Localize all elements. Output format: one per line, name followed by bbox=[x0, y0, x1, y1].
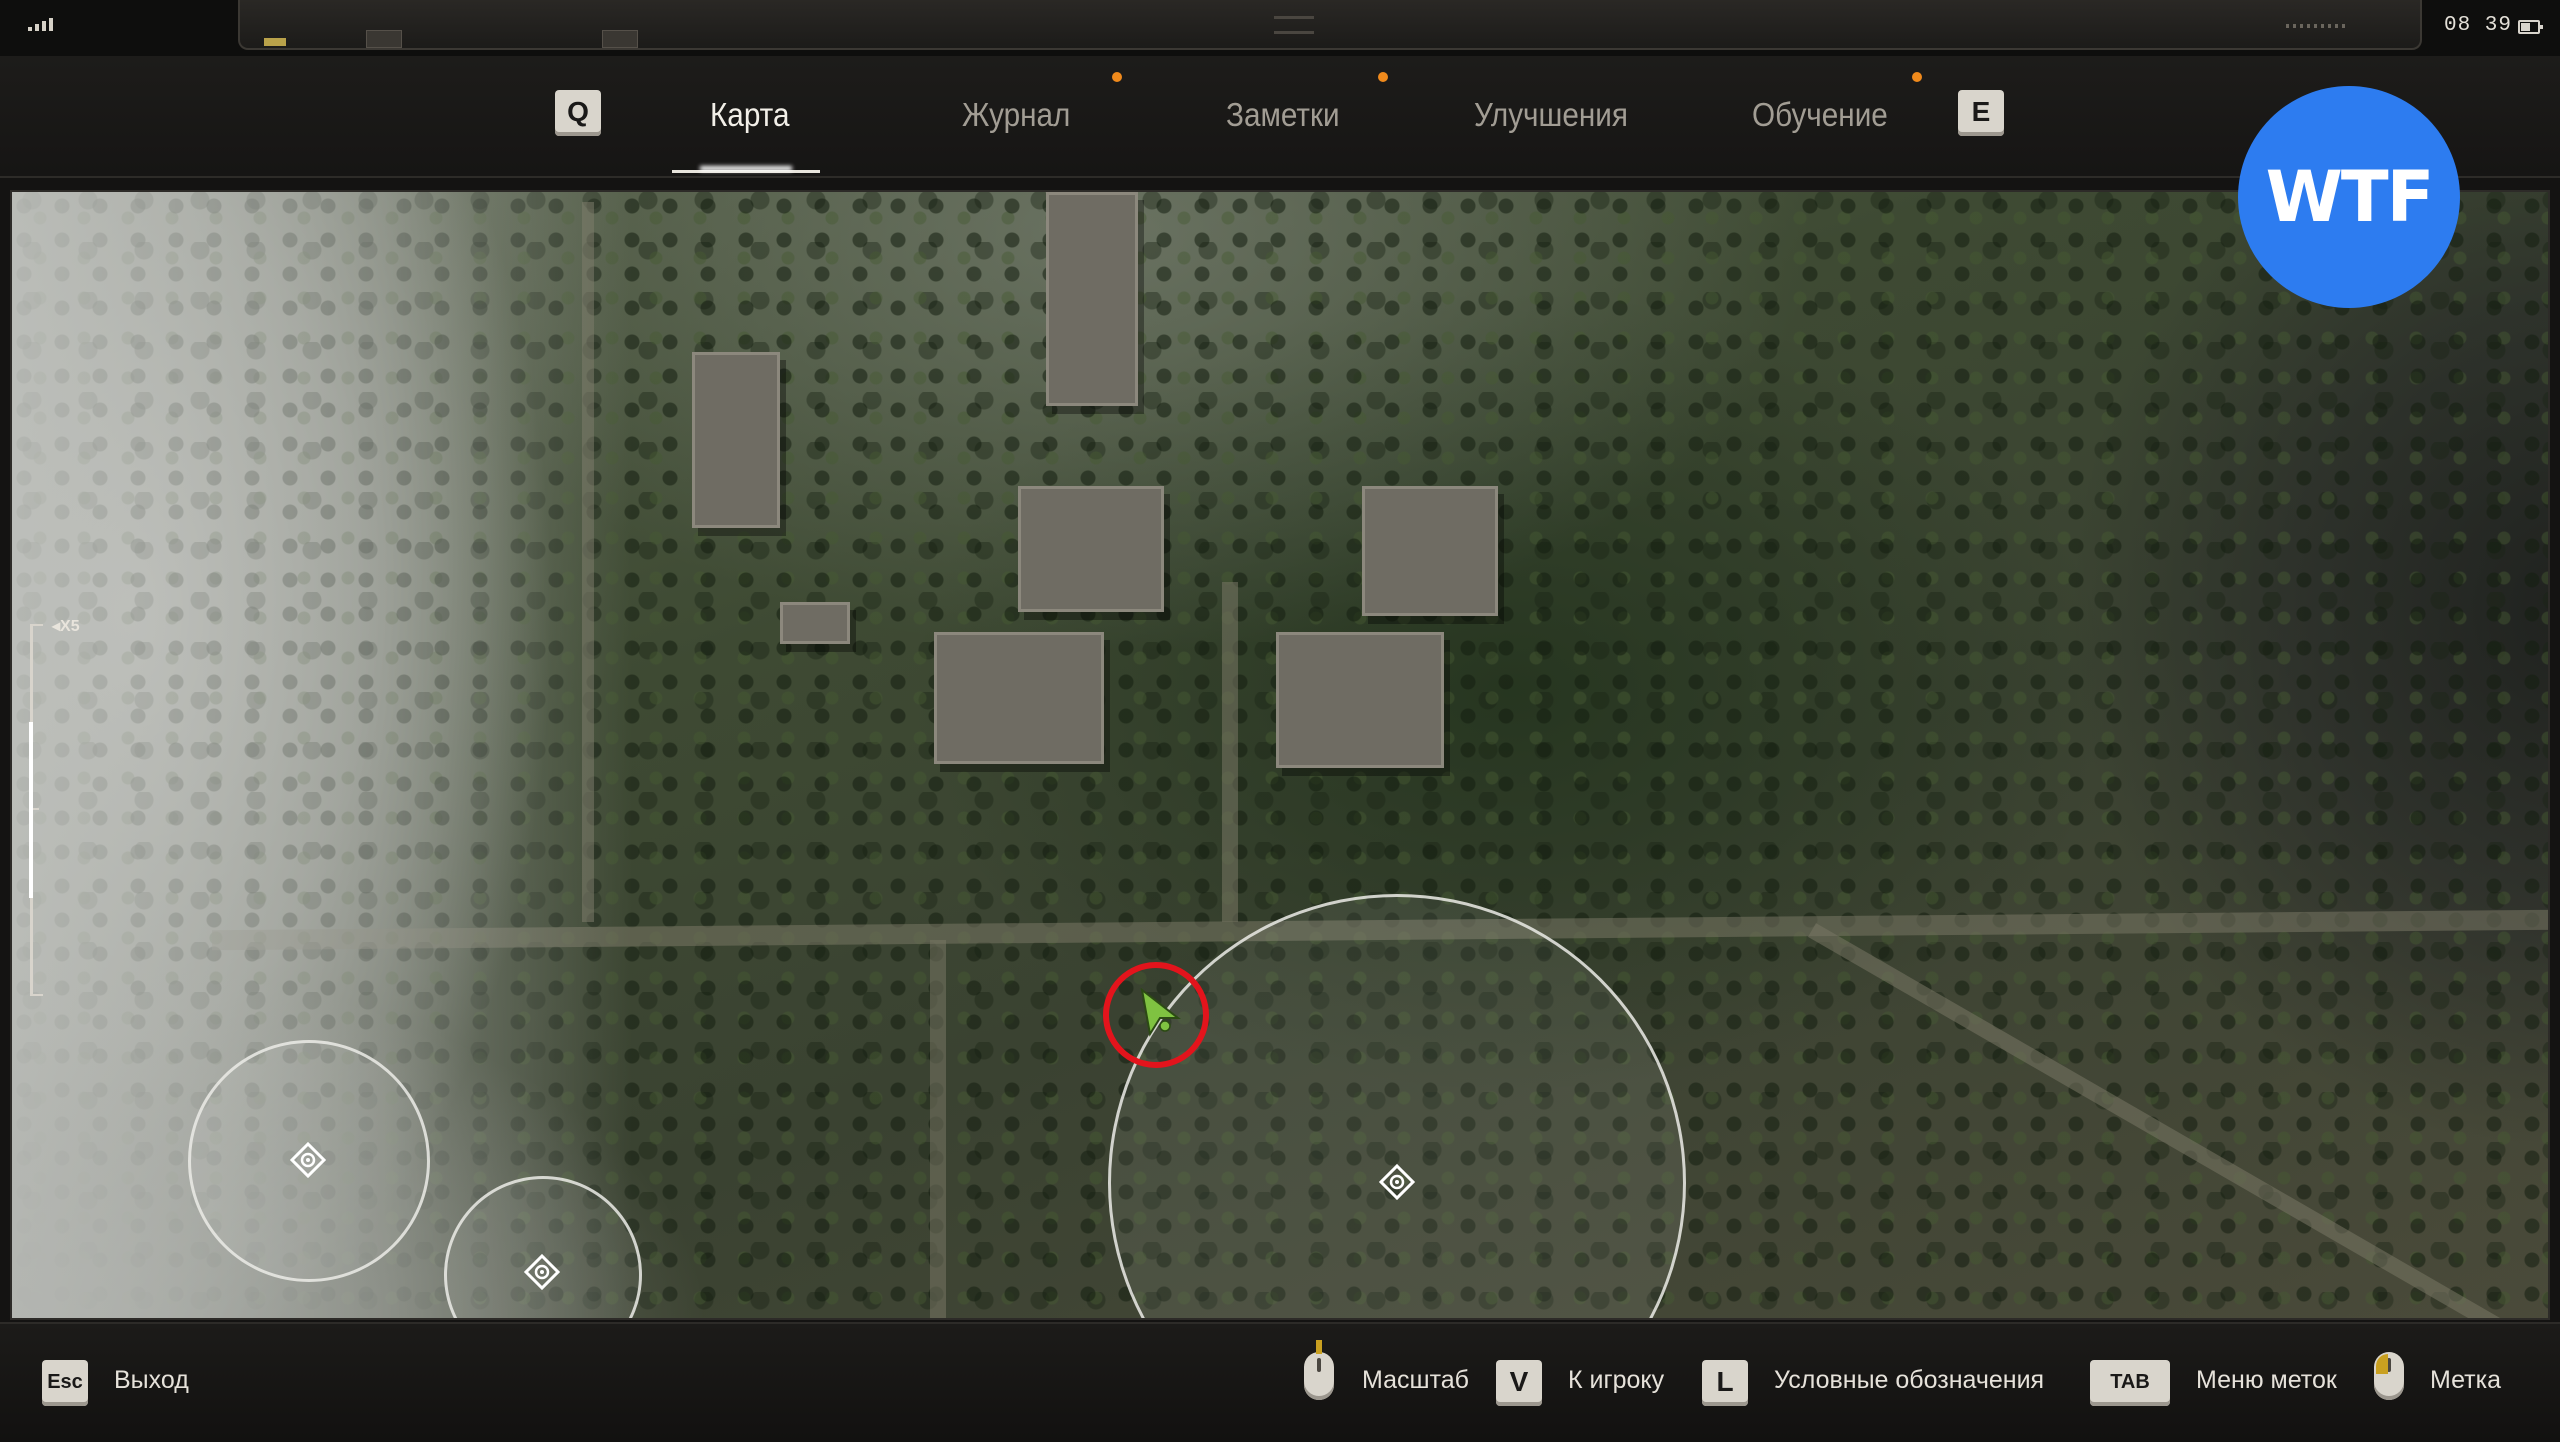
zoom-hint-label[interactable]: Масштаб bbox=[1362, 1366, 1469, 1395]
prev-tab-key[interactable]: Q bbox=[555, 90, 601, 136]
map-road bbox=[930, 940, 946, 1318]
map-building bbox=[1018, 486, 1164, 612]
status-bar: 08 39 bbox=[0, 0, 2560, 56]
tab-bar: Q Карта Журнал Заметки Улучшения Обучени… bbox=[0, 56, 2560, 178]
tab-training[interactable]: Обучение bbox=[1752, 96, 1888, 134]
tab-journal[interactable]: Журнал bbox=[962, 96, 1070, 134]
map-road bbox=[1222, 582, 1238, 922]
active-tab-glow bbox=[700, 166, 792, 171]
marks-menu-label[interactable]: Меню меток bbox=[2196, 1366, 2337, 1395]
frame-notch bbox=[366, 30, 402, 48]
player-arrow-icon bbox=[1140, 988, 1181, 1037]
place-mark-label[interactable]: Метка bbox=[2430, 1366, 2501, 1395]
controls-hint-bar: Esc Выход Масштаб V К игроку L Условные … bbox=[0, 1322, 2560, 1442]
map-building bbox=[1046, 192, 1138, 406]
map-building bbox=[934, 632, 1104, 764]
zoom-tick bbox=[33, 624, 43, 626]
zoom-tick bbox=[33, 808, 39, 810]
zoom-level-text: X5 bbox=[60, 618, 80, 635]
frame-notch bbox=[602, 30, 638, 48]
target-diamond-icon[interactable] bbox=[524, 1254, 560, 1290]
map-building bbox=[780, 602, 850, 644]
clock: 08 39 bbox=[2444, 14, 2513, 37]
training-notification-dot bbox=[1912, 72, 1922, 82]
map-building bbox=[692, 352, 780, 528]
map-view[interactable] bbox=[10, 190, 2550, 1320]
tab-key[interactable]: TAB bbox=[2090, 1360, 2170, 1406]
v-key[interactable]: V bbox=[1496, 1360, 1542, 1406]
legend-label[interactable]: Условные обозначения bbox=[1774, 1366, 2044, 1395]
battery-icon bbox=[2518, 20, 2543, 34]
map-building bbox=[1276, 632, 1444, 768]
esc-key[interactable]: Esc bbox=[42, 1360, 88, 1406]
target-diamond-icon[interactable] bbox=[1379, 1164, 1415, 1200]
exit-label[interactable]: Выход bbox=[114, 1366, 189, 1395]
mouse-scroll-icon bbox=[1304, 1340, 1334, 1400]
journal-notification-dot bbox=[1112, 72, 1122, 82]
zoom-pointer-icon: ◂ bbox=[52, 618, 61, 635]
zoom-level-label: ◂X5 bbox=[52, 616, 80, 636]
hud-top-frame bbox=[238, 0, 2422, 50]
target-diamond-icon[interactable] bbox=[290, 1142, 326, 1178]
frame-grip bbox=[1274, 16, 1314, 34]
tab-notes[interactable]: Заметки bbox=[1226, 96, 1340, 134]
wtf-watermark-badge: WTF bbox=[2238, 86, 2460, 308]
zoom-scale[interactable] bbox=[29, 624, 53, 996]
l-key[interactable]: L bbox=[1702, 1360, 1748, 1406]
frame-dots bbox=[2286, 24, 2346, 28]
zoom-tick bbox=[33, 994, 43, 996]
tab-upgrades[interactable]: Улучшения bbox=[1474, 96, 1628, 134]
zoom-level-fill bbox=[29, 722, 33, 898]
tab-map[interactable]: Карта bbox=[710, 96, 789, 134]
frame-tag bbox=[264, 38, 286, 46]
next-tab-key[interactable]: E bbox=[1958, 90, 2004, 136]
mouse-left-click-icon bbox=[2374, 1352, 2404, 1400]
map-building bbox=[1362, 486, 1498, 616]
signal-icon bbox=[28, 18, 53, 31]
to-player-label[interactable]: К игроку bbox=[1568, 1366, 1664, 1395]
notes-notification-dot bbox=[1378, 72, 1388, 82]
